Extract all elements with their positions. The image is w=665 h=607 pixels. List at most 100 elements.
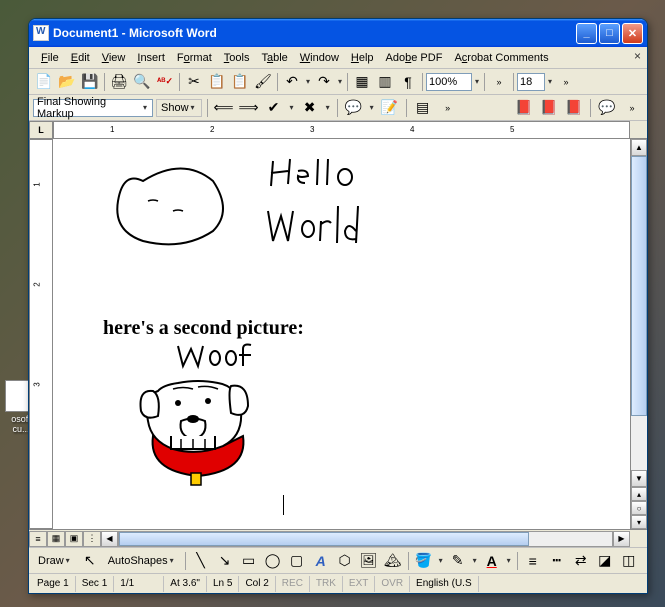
insert-table-button[interactable]: ▦: [351, 71, 373, 93]
accept-dropdown[interactable]: ▾: [288, 103, 296, 112]
display-for-review-combo[interactable]: Final Showing Markup▾: [33, 99, 153, 117]
vertical-scrollbar[interactable]: ▲ ▼ ▴ ○ ▾: [630, 139, 647, 529]
picture-1[interactable]: [93, 151, 393, 271]
reviewing-pane-button[interactable]: ▤: [412, 97, 434, 119]
scroll-down-button[interactable]: ▼: [631, 470, 647, 487]
open-button[interactable]: 📂: [56, 71, 78, 93]
format-overflow-icon[interactable]: »: [555, 71, 577, 93]
menu-close-icon[interactable]: ×: [634, 49, 641, 63]
titlebar[interactable]: Document1 - Microsoft Word _ □ ✕: [29, 19, 647, 47]
accept-change-button[interactable]: ✔: [263, 97, 285, 119]
cut-button[interactable]: ✂: [183, 71, 205, 93]
menu-view[interactable]: View: [96, 50, 132, 66]
select-objects-button[interactable]: ↖: [79, 550, 101, 572]
columns-button[interactable]: ▥: [374, 71, 396, 93]
vertical-ruler[interactable]: 1 2 3: [29, 139, 53, 529]
comment-dropdown[interactable]: ▾: [368, 103, 376, 112]
print-button[interactable]: 🖨: [108, 71, 130, 93]
3d-style-button[interactable]: ◫: [618, 550, 640, 572]
draw-menu-button[interactable]: Draw ▾: [33, 551, 77, 571]
copy-button[interactable]: 📋: [206, 71, 228, 93]
arrow-tool-button[interactable]: ↘: [214, 550, 236, 572]
insert-picture-button[interactable]: 🏔: [382, 550, 404, 572]
new-doc-button[interactable]: 📄: [33, 71, 55, 93]
line-style-button[interactable]: ≡: [522, 550, 544, 572]
print-preview-button[interactable]: 🔍: [131, 71, 153, 93]
acrobat-comment-button[interactable]: 💬: [596, 97, 618, 119]
menu-insert[interactable]: Insert: [131, 50, 171, 66]
autoshapes-menu-button[interactable]: AutoShapes ▾: [103, 551, 181, 571]
new-comment-button[interactable]: 💬: [343, 97, 365, 119]
outline-view-button[interactable]: ⋮: [83, 531, 101, 547]
scroll-thumb-v[interactable]: [631, 156, 647, 416]
menu-edit[interactable]: Edit: [65, 50, 96, 66]
menu-help[interactable]: Help: [345, 50, 380, 66]
status-rec[interactable]: REC: [276, 576, 310, 592]
undo-button[interactable]: ↶: [281, 71, 303, 93]
spellcheck-button[interactable]: ᴬᴮ✓: [154, 71, 176, 93]
tab-selector[interactable]: L: [29, 121, 53, 139]
maximize-button[interactable]: □: [599, 23, 620, 44]
pdf-review-button[interactable]: 📕: [563, 97, 585, 119]
status-lang[interactable]: English (U.S: [410, 576, 479, 592]
clipart-button[interactable]: 🖼: [358, 550, 380, 572]
show-menu-button[interactable]: Show ▾: [156, 99, 202, 117]
print-layout-view-button[interactable]: ▣: [65, 531, 83, 547]
pdf-email-button[interactable]: 📕: [538, 97, 560, 119]
menu-adobe-pdf[interactable]: Adobe PDF: [380, 50, 449, 66]
line-color-dropdown[interactable]: ▾: [471, 556, 479, 565]
menu-format[interactable]: Format: [171, 50, 218, 66]
pdf-create-button[interactable]: 📕: [513, 97, 535, 119]
menu-acrobat-comments[interactable]: Acrobat Comments: [448, 50, 554, 66]
status-trk[interactable]: TRK: [310, 576, 343, 592]
diagram-button[interactable]: ⬡: [334, 550, 356, 572]
minimize-button[interactable]: _: [576, 23, 597, 44]
acrobat-overflow-icon[interactable]: »: [621, 97, 643, 119]
redo-dropdown[interactable]: ▾: [336, 77, 344, 86]
font-size-combo[interactable]: 18: [517, 73, 545, 91]
zoom-combo[interactable]: 100%: [426, 73, 472, 91]
normal-view-button[interactable]: ≡: [29, 531, 47, 547]
scroll-track-h[interactable]: [118, 531, 613, 547]
fill-color-button[interactable]: 🪣: [413, 550, 435, 572]
close-button[interactable]: ✕: [622, 23, 643, 44]
picture-2[interactable]: [103, 341, 303, 501]
save-button[interactable]: 💾: [79, 71, 101, 93]
scroll-up-button[interactable]: ▲: [631, 139, 647, 156]
prev-page-button[interactable]: ▴: [631, 487, 647, 501]
toolbar-overflow-icon[interactable]: »: [488, 71, 510, 93]
next-page-button[interactable]: ▾: [631, 515, 647, 529]
reject-change-button[interactable]: ✖: [299, 97, 321, 119]
track-changes-button[interactable]: 📝: [379, 97, 401, 119]
zoom-dropdown[interactable]: ▾: [473, 77, 481, 86]
dash-style-button[interactable]: ┅: [546, 550, 568, 572]
scroll-thumb-h[interactable]: [119, 532, 529, 546]
status-ext[interactable]: EXT: [343, 576, 375, 592]
scroll-track-v[interactable]: [631, 156, 647, 470]
font-size-dropdown[interactable]: ▾: [546, 77, 554, 86]
horizontal-ruler[interactable]: 1 2 3 4 5: [53, 121, 630, 139]
undo-dropdown[interactable]: ▾: [304, 77, 312, 86]
document-page[interactable]: here's a second picture:: [53, 139, 630, 529]
oval-tool-button[interactable]: ◯: [262, 550, 284, 572]
next-change-button[interactable]: ⟹: [238, 97, 260, 119]
reject-dropdown[interactable]: ▾: [324, 103, 332, 112]
paste-button[interactable]: 📋: [229, 71, 251, 93]
arrow-style-button[interactable]: ⇄: [570, 550, 592, 572]
menu-window[interactable]: Window: [294, 50, 345, 66]
status-ovr[interactable]: OVR: [375, 576, 410, 592]
select-browse-object-button[interactable]: ○: [631, 501, 647, 515]
shadow-style-button[interactable]: ◪: [594, 550, 616, 572]
line-color-button[interactable]: ✎: [447, 550, 469, 572]
prev-change-button[interactable]: ⟸: [213, 97, 235, 119]
rectangle-tool-button[interactable]: ▭: [238, 550, 260, 572]
font-color-button[interactable]: A: [481, 550, 503, 572]
menu-tools[interactable]: Tools: [218, 50, 256, 66]
show-hide-button[interactable]: ¶: [397, 71, 419, 93]
redo-button[interactable]: ↷: [313, 71, 335, 93]
web-layout-view-button[interactable]: ▦: [47, 531, 65, 547]
font-color-dropdown[interactable]: ▾: [505, 556, 513, 565]
menu-file[interactable]: File: [35, 50, 65, 66]
fill-color-dropdown[interactable]: ▾: [437, 556, 445, 565]
line-tool-button[interactable]: ╲: [190, 550, 212, 572]
